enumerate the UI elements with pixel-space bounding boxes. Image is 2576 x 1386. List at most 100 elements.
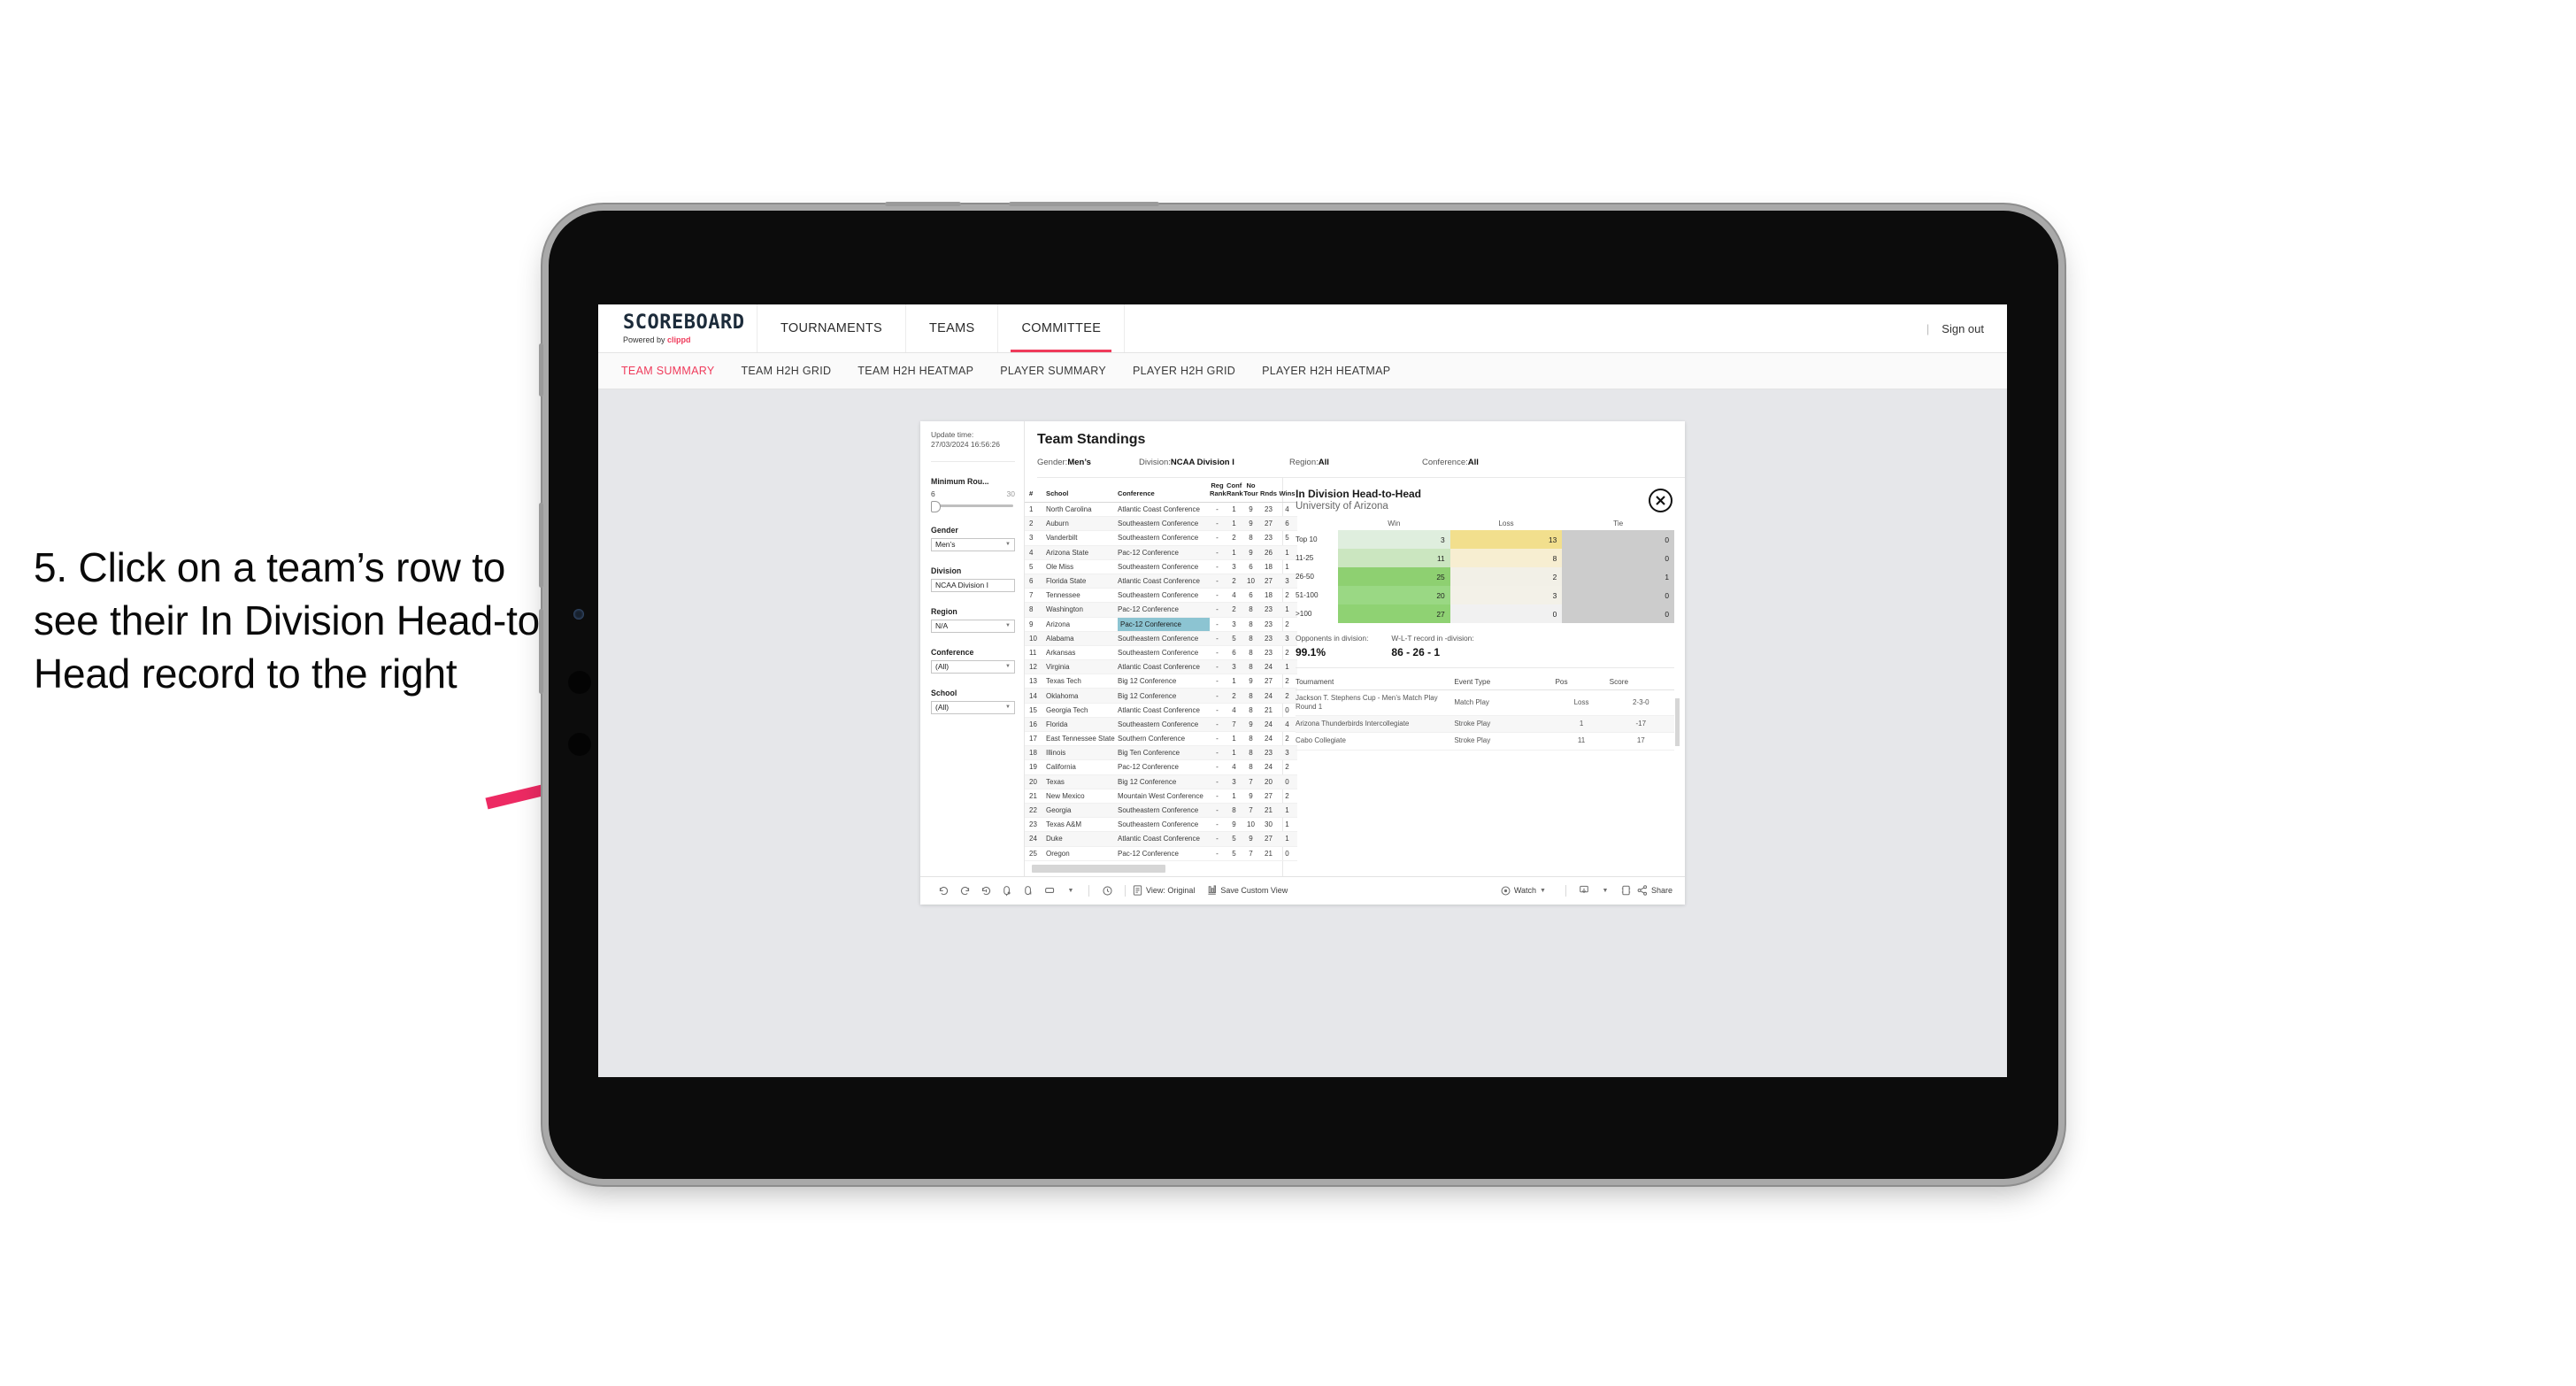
cell-cr[interactable]: 3 (1226, 659, 1243, 675)
cell-conf[interactable]: Mountain West Conference (1118, 789, 1210, 804)
cell-nt[interactable]: 9 (1243, 545, 1260, 560)
cell-rr[interactable]: - (1210, 631, 1226, 646)
sign-out-link[interactable]: Sign out (1942, 322, 1984, 335)
standings-col-rnds[interactable]: Rnds (1260, 478, 1279, 503)
cell-cr[interactable]: 1 (1226, 545, 1243, 560)
cell-rn[interactable]: 21 (1260, 703, 1279, 718)
table-row[interactable]: 2 Auburn Southeastern Conference -1 9 27 6 (1025, 516, 1297, 532)
cell-conf[interactable]: Big Ten Conference (1118, 745, 1210, 761)
cell-num[interactable]: 25 (1025, 846, 1046, 861)
cell-rn[interactable]: 27 (1260, 789, 1279, 804)
cell-num[interactable]: 2 (1025, 516, 1046, 532)
cell-num[interactable]: 15 (1025, 703, 1046, 718)
cell-cr[interactable]: 4 (1226, 759, 1243, 775)
heatmap-cell-loss[interactable]: 2 (1449, 567, 1563, 586)
cell-conf[interactable]: Southeastern Conference (1118, 645, 1210, 661)
cell-school[interactable]: Florida State (1046, 574, 1118, 589)
cell-school[interactable]: Duke (1046, 831, 1118, 847)
cell-rn[interactable]: 23 (1260, 502, 1279, 518)
cell-conf[interactable]: Pac-12 Conference (1118, 846, 1210, 861)
cell-rr[interactable]: - (1210, 717, 1226, 733)
cell-nt[interactable]: 9 (1243, 674, 1260, 689)
cell-num[interactable]: 21 (1025, 789, 1046, 804)
table-row[interactable]: 19 California Pac-12 Conference -4 8 24 2 (1025, 759, 1297, 775)
cell-num[interactable]: 6 (1025, 574, 1046, 589)
cell-school[interactable]: East Tennessee State (1046, 731, 1118, 747)
cell-rn[interactable]: 23 (1260, 745, 1279, 761)
cell-rn[interactable]: 27 (1260, 574, 1279, 589)
cell-conf[interactable]: Southern Conference (1118, 731, 1210, 747)
table-row[interactable]: 12 Virginia Atlantic Coast Conference -3 8 24… (1025, 659, 1297, 675)
cell-school[interactable]: Arizona State (1046, 545, 1118, 560)
cell-num[interactable]: 7 (1025, 588, 1046, 604)
cell-rn[interactable]: 23 (1260, 530, 1279, 546)
cell-school[interactable]: Auburn (1046, 516, 1118, 532)
cell-conf[interactable]: Pac-12 Conference (1118, 759, 1210, 775)
cell-nt[interactable]: 7 (1243, 846, 1260, 861)
cell-num[interactable]: 23 (1025, 817, 1046, 833)
cell-num[interactable]: 4 (1025, 545, 1046, 560)
cell-nt[interactable]: 8 (1243, 659, 1260, 675)
cell-nt[interactable]: 8 (1243, 530, 1260, 546)
cell-num[interactable]: 22 (1025, 803, 1046, 819)
view-original-button[interactable]: View: Original (1133, 885, 1195, 896)
table-row[interactable]: 22 Georgia Southeastern Conference -8 7 21 1 (1025, 803, 1297, 819)
tournaments-col-pos[interactable]: Pos (1555, 675, 1610, 691)
cell-conf[interactable]: Pac-12 Conference (1118, 602, 1210, 618)
heatmap-cell-tie[interactable]: 0 (1562, 604, 1675, 623)
table-row[interactable]: 4 Arizona State Pac-12 Conference -1 9 26 1 (1025, 545, 1297, 560)
cell-nt[interactable]: 9 (1243, 789, 1260, 804)
volume-down-button[interactable] (539, 609, 543, 694)
tournaments-scrollbar[interactable] (1675, 698, 1680, 746)
cell-nt[interactable]: 8 (1243, 645, 1260, 661)
cell-school[interactable]: Texas Tech (1046, 674, 1118, 689)
cell-school[interactable]: Washington (1046, 602, 1118, 618)
cell-rr[interactable]: - (1210, 688, 1226, 704)
slider-handle[interactable] (931, 500, 941, 512)
cell-nt[interactable]: 8 (1243, 602, 1260, 618)
download-icon[interactable] (1573, 882, 1595, 899)
tournaments-col-score[interactable]: Score (1609, 675, 1674, 691)
cell-cr[interactable]: 3 (1226, 617, 1243, 632)
cell-nt[interactable]: 10 (1243, 817, 1260, 833)
cell-conf[interactable]: Southeastern Conference (1118, 588, 1210, 604)
chevron-down-icon[interactable]: ▼ (1595, 882, 1616, 899)
cell-school[interactable]: California (1046, 759, 1118, 775)
table-row[interactable]: 23 Texas A&M Southeastern Conference -9 10 30… (1025, 817, 1297, 833)
nav-committee[interactable]: COMMITTEE (998, 304, 1126, 352)
cell-rr[interactable]: - (1210, 803, 1226, 819)
cell-school[interactable]: Georgia Tech (1046, 703, 1118, 718)
cell-num[interactable]: 8 (1025, 602, 1046, 618)
cell-nt[interactable]: 9 (1243, 717, 1260, 733)
cell-conf[interactable]: Southeastern Conference (1118, 817, 1210, 833)
cell-school[interactable]: Florida (1046, 717, 1118, 733)
cell-num[interactable]: 20 (1025, 774, 1046, 789)
cell-cr[interactable]: 5 (1226, 846, 1243, 861)
cell-cr[interactable]: 2 (1226, 574, 1243, 589)
cell-num[interactable]: 1 (1025, 502, 1046, 518)
list-item[interactable]: Arizona Thunderbirds Intercollegiate Stro… (1296, 715, 1674, 734)
table-row[interactable]: 6 Florida State Atlantic Coast Conference -… (1025, 574, 1297, 589)
cell-rr[interactable]: - (1210, 602, 1226, 618)
cell-nt[interactable]: 8 (1243, 617, 1260, 632)
cell-conf[interactable]: Atlantic Coast Conference (1118, 502, 1210, 518)
cell-cr[interactable]: 3 (1226, 774, 1243, 789)
volume-up-button[interactable] (539, 503, 543, 588)
cell-rn[interactable]: 27 (1260, 516, 1279, 532)
cell-rr[interactable]: - (1210, 831, 1226, 847)
cell-conf[interactable]: Big 12 Conference (1118, 688, 1210, 704)
table-row[interactable]: 5 Ole Miss Southeastern Conference -3 6 18 1 (1025, 559, 1297, 574)
cell-nt[interactable]: 8 (1243, 759, 1260, 775)
rectangle-select-icon[interactable] (1039, 882, 1060, 899)
cell-rn[interactable]: 27 (1260, 831, 1279, 847)
table-row[interactable]: 17 East Tennessee State Southern Conferenc… (1025, 731, 1297, 747)
heatmap-cell-loss[interactable]: 8 (1449, 549, 1563, 567)
heatmap-cell-loss[interactable]: 13 (1449, 530, 1563, 549)
cell-num[interactable]: 18 (1025, 745, 1046, 761)
cell-rr[interactable]: - (1210, 731, 1226, 747)
tab-team-h2h-heatmap[interactable]: TEAM H2H HEATMAP (857, 365, 973, 377)
close-circle-icon[interactable] (1649, 489, 1672, 512)
heatmap-cell-loss[interactable]: 3 (1449, 586, 1563, 604)
cell-num[interactable]: 5 (1025, 559, 1046, 574)
cell-nt[interactable]: 8 (1243, 703, 1260, 718)
